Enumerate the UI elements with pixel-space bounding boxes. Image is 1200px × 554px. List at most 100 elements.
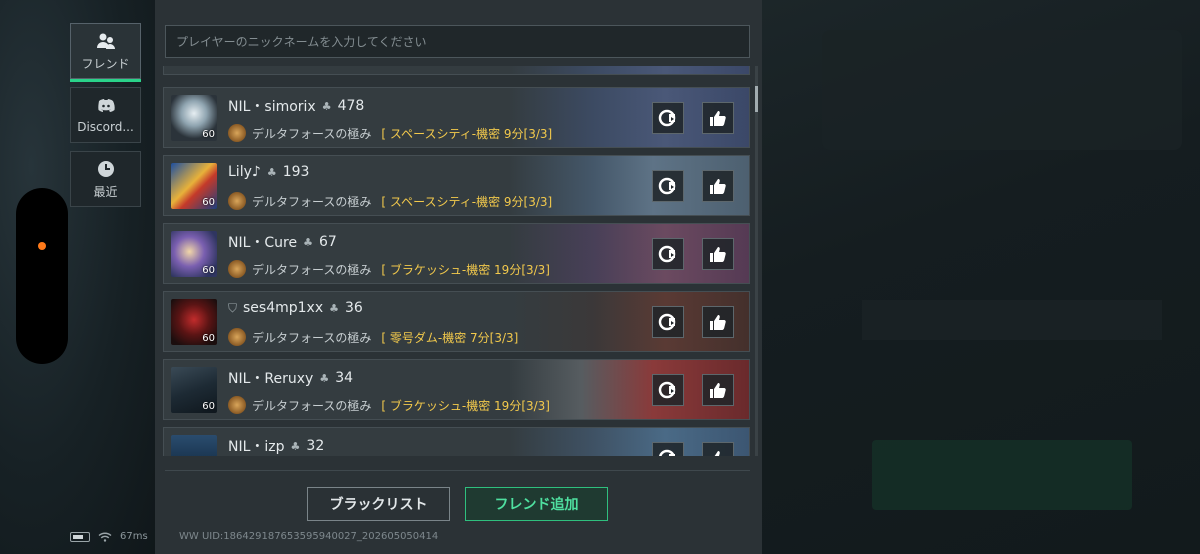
rank-label: デルタフォースの極み <box>252 194 372 209</box>
join-game-icon <box>658 177 676 195</box>
rank-label: デルタフォースの極み <box>252 262 372 277</box>
thumbs-up-icon <box>710 383 726 398</box>
score-icon: ♣ <box>290 439 301 453</box>
floating-assistant-pill[interactable] <box>16 188 68 364</box>
friend-score: 193 <box>282 164 310 180</box>
friend-card-partial[interactable] <box>163 66 750 75</box>
join-game-button[interactable] <box>652 102 684 134</box>
avatar: 60 <box>171 367 217 413</box>
score-icon: ♣ <box>321 99 332 113</box>
rank-label: デルタフォースの極み <box>252 398 372 413</box>
friend-name: NIL・Cure <box>228 235 298 251</box>
like-button[interactable] <box>702 170 734 202</box>
like-button[interactable] <box>702 374 734 406</box>
thumbs-up-icon <box>710 247 726 262</box>
friend-score: 36 <box>345 300 363 316</box>
avatar <box>171 435 217 456</box>
match-status: [ ブラケッシュ-機密 19分[3/3] <box>381 398 550 413</box>
rank-emblem-icon <box>228 328 246 346</box>
friend-list: 60 NIL・simorix ♣ 478 デルタフォースの極み [ スペースシテ… <box>163 66 753 456</box>
friend-name: NIL・Reruxy <box>228 371 314 387</box>
friend-name: ses4mp1xx <box>243 300 324 316</box>
friend-card[interactable]: 60 ⛉ ses4mp1xx ♣ 36 デルタフォースの極み [ 零号ダム-機密… <box>163 291 750 352</box>
like-button[interactable] <box>702 442 734 456</box>
match-status: [ スペースシティ-機密 9分[3/3] <box>381 194 553 209</box>
friend-score: 34 <box>335 370 354 386</box>
friend-card[interactable]: NIL・izp ♣ 32 <box>163 427 750 456</box>
score-icon: ♣ <box>319 371 330 385</box>
clock-icon <box>97 160 114 177</box>
join-game-icon <box>658 449 676 456</box>
status-bar: 67ms <box>70 531 148 542</box>
level-label: 60 <box>202 129 215 140</box>
tab-recent-label: 最近 <box>93 184 118 199</box>
tab-recent[interactable]: 最近 <box>70 151 141 207</box>
join-game-button[interactable] <box>652 238 684 270</box>
join-game-icon <box>658 313 676 331</box>
join-game-button[interactable] <box>652 374 684 406</box>
thumbs-up-icon <box>714 451 724 456</box>
tab-discord[interactable]: Discord... <box>70 87 141 143</box>
level-label: 60 <box>202 197 215 208</box>
join-game-button[interactable] <box>652 306 684 338</box>
uid-label: WW UID:1864291876535959400​27_2026050504… <box>179 531 439 542</box>
rank-emblem-icon <box>228 124 246 142</box>
tab-discord-label: Discord... <box>77 120 134 134</box>
tab-friends[interactable]: フレンド <box>70 23 141 82</box>
join-game-icon <box>658 245 676 263</box>
friend-card[interactable]: 60 NIL・simorix ♣ 478 デルタフォースの極み [ スペースシテ… <box>163 87 750 148</box>
scrollbar-thumb[interactable] <box>755 86 758 112</box>
level-label: 60 <box>202 265 215 276</box>
discord-icon <box>97 99 115 112</box>
list-scrollbar[interactable] <box>755 66 758 456</box>
recording-dot-icon <box>38 242 46 250</box>
friend-score: 478 <box>337 98 365 114</box>
ping-label: 67ms <box>120 531 148 542</box>
divider <box>165 470 750 471</box>
like-button[interactable] <box>702 102 734 134</box>
battery-icon <box>70 531 90 542</box>
rank-emblem-icon <box>228 396 246 414</box>
avatar: 60 <box>171 299 217 345</box>
avatar: 60 <box>171 95 217 141</box>
score-icon: ♣ <box>266 165 277 179</box>
friend-score: 32 <box>306 438 325 454</box>
wifi-icon <box>98 532 112 542</box>
friend-card[interactable]: 60 Lily♪ ♣ 193 デルタフォースの極み [ スペースシティ-機密 9… <box>163 155 750 216</box>
friend-list-panel: 60 NIL・simorix ♣ 478 デルタフォースの極み [ スペースシテ… <box>155 0 762 554</box>
match-status: [ スペースシティ-機密 9分[3/3] <box>381 126 553 141</box>
avatar: 60 <box>171 231 217 277</box>
blacklist-button[interactable]: ブラックリスト <box>307 487 450 521</box>
friends-icon <box>96 33 115 49</box>
score-icon: ♣ <box>329 301 340 315</box>
avatar: 60 <box>171 163 217 209</box>
add-friend-button[interactable]: フレンド追加 <box>465 487 608 521</box>
friend-name: NIL・simorix <box>228 99 316 115</box>
shield-badge-icon: ⛉ <box>228 300 238 315</box>
friend-card[interactable]: 60 NIL・Reruxy ♣ 34 デルタフォースの極み [ ブラケッシュ-機… <box>163 359 750 420</box>
join-game-icon <box>658 109 676 127</box>
thumbs-up-icon <box>710 179 726 194</box>
score-icon: ♣ <box>303 235 313 249</box>
friend-name: Lily♪ <box>228 164 261 180</box>
thumbs-up-icon <box>710 315 726 330</box>
background-right <box>762 0 1200 554</box>
friend-name: NIL・izp <box>228 439 285 455</box>
join-game-button[interactable] <box>652 170 684 202</box>
rank-emblem-icon <box>228 260 246 278</box>
friend-card[interactable]: 60 NIL・Cure ♣ 67 デルタフォースの極み [ ブラケッシュ-機密 … <box>163 223 750 284</box>
level-label: 60 <box>202 333 215 344</box>
level-label: 60 <box>202 401 215 412</box>
like-button[interactable] <box>702 238 734 270</box>
like-button[interactable] <box>702 306 734 338</box>
match-status: [ 零号ダム-機密 7分[3/3] <box>381 330 519 345</box>
rank-emblem-icon <box>228 192 246 210</box>
tab-friends-label: フレンド <box>81 56 130 71</box>
friend-score: 67 <box>319 234 337 250</box>
join-game-icon <box>658 381 676 399</box>
join-game-button[interactable] <box>652 442 684 456</box>
thumbs-up-icon <box>710 111 726 126</box>
rank-label: デルタフォースの極み <box>252 126 372 141</box>
rank-label: デルタフォースの極み <box>252 330 372 345</box>
nickname-search-input[interactable] <box>165 25 750 58</box>
